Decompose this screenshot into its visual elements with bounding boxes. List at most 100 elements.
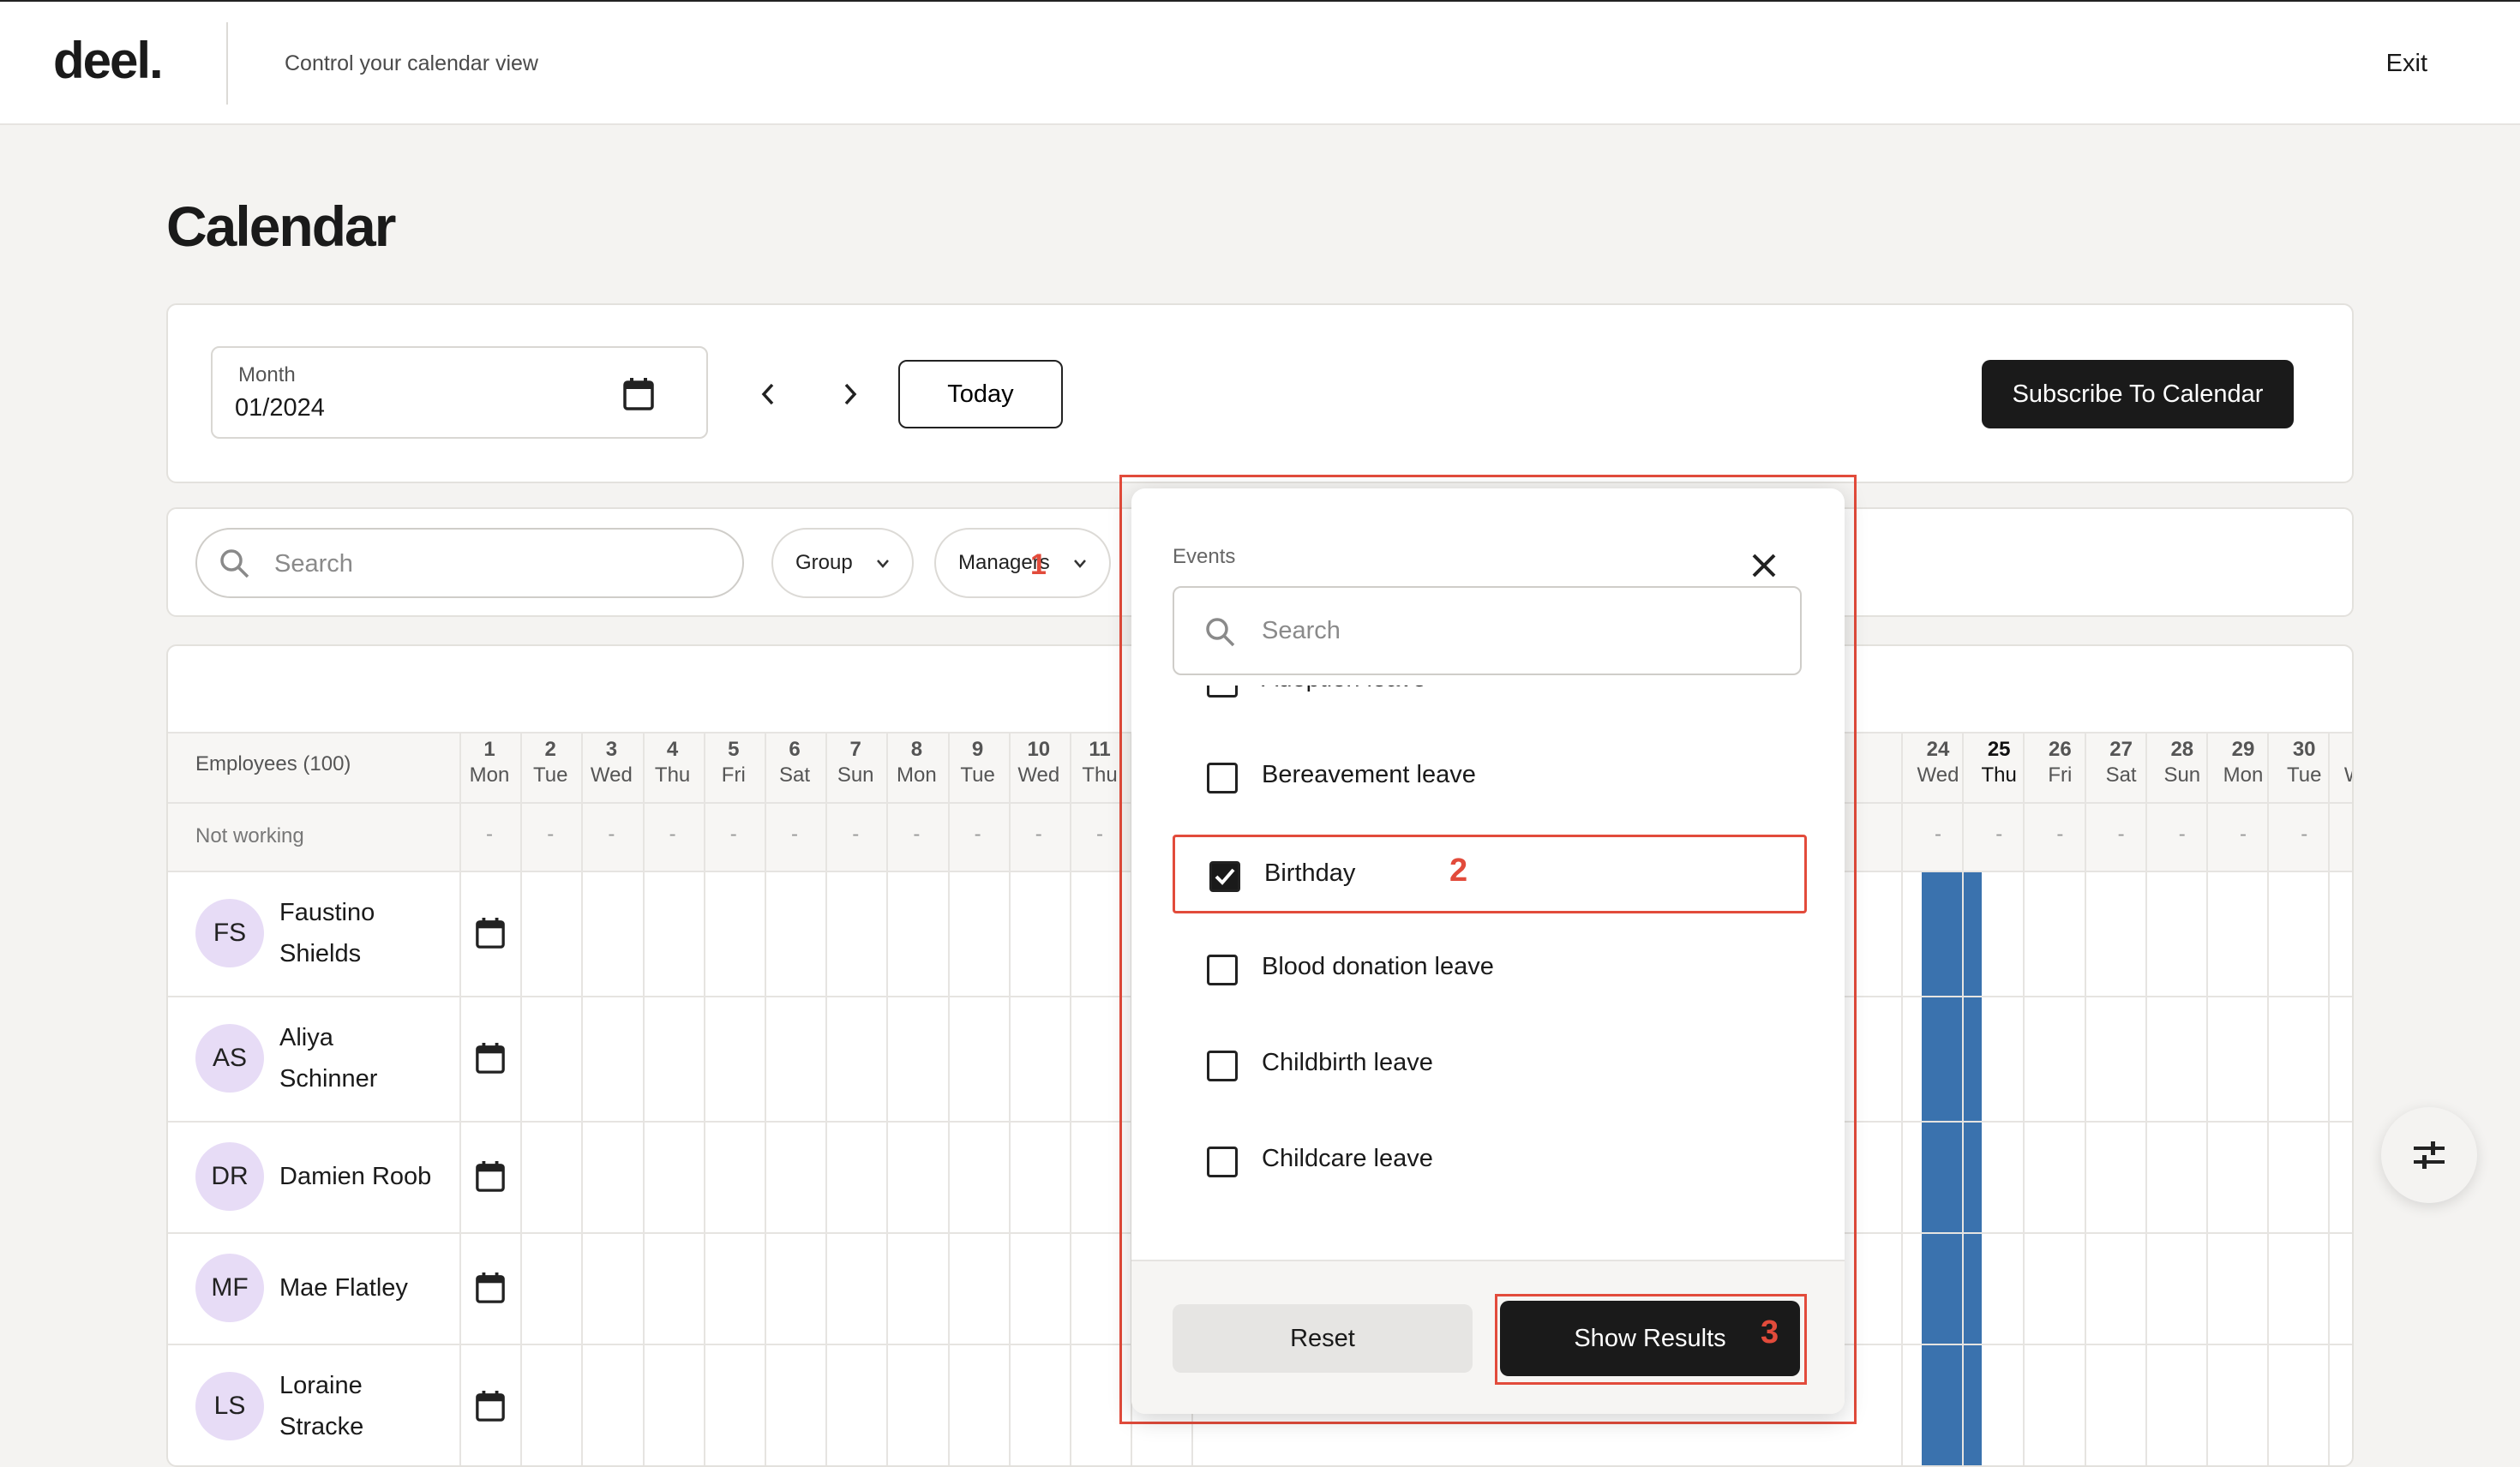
checkbox-checked[interactable]	[1209, 861, 1240, 892]
employee-name-line: Schinner	[279, 1065, 378, 1093]
month-picker[interactable]: Month 01/2024	[211, 346, 708, 439]
day-header-31: 31Wed	[2335, 737, 2352, 788]
day-number: 8	[910, 738, 923, 761]
event-option-label: Childbirth leave	[1262, 1049, 1433, 1076]
show-results-button[interactable]: Show Results	[1500, 1301, 1800, 1376]
day-number: 30	[2292, 738, 2316, 761]
not-working-dash: -	[852, 823, 860, 846]
not-working-dash: -	[974, 823, 981, 846]
event-option[interactable]: Birthday 2	[1173, 835, 1807, 913]
chevron-left-icon[interactable]	[758, 380, 778, 408]
employee-search-input[interactable]: Search	[195, 528, 744, 598]
search-placeholder: Search	[274, 550, 353, 578]
deel-logo[interactable]: deel.	[53, 31, 164, 90]
calendar-icon[interactable]	[475, 1042, 506, 1075]
checkbox[interactable]	[1207, 1147, 1238, 1177]
event-option-label: Childcare leave	[1262, 1145, 1433, 1172]
day-header-28: 28 Sun	[2152, 737, 2212, 788]
calendar-icon[interactable]	[475, 1272, 506, 1304]
day-weekday: Thu	[1981, 763, 2017, 787]
events-label: Events	[1173, 545, 1236, 568]
checkbox[interactable]	[1207, 1051, 1238, 1081]
grid-column-line	[2328, 732, 2330, 1465]
today-button[interactable]: Today	[898, 360, 1063, 428]
grid-column-line	[825, 732, 827, 1465]
exit-link[interactable]: Exit	[2386, 50, 2427, 78]
day-weekday: Wed	[2335, 763, 2352, 788]
grid-column-line	[2145, 732, 2147, 1465]
events-search-input[interactable]: Search	[1173, 586, 1802, 675]
not-working-dash: -	[608, 823, 615, 846]
annotation-step-1: 1	[1030, 548, 1047, 581]
day-weekday: Sat	[778, 763, 811, 787]
employee-row[interactable]: LS Loraine Stracke	[168, 1344, 505, 1465]
employee-row[interactable]: MF Mae Flatley	[168, 1232, 505, 1344]
managers-filter[interactable]: Managers	[934, 528, 1111, 598]
avatar: LS	[195, 1372, 264, 1440]
employee-name[interactable]: Mae Flatley	[279, 1267, 408, 1308]
event-option[interactable]: Childcare leave	[1173, 1123, 1807, 1201]
calendar-icon[interactable]	[622, 377, 655, 411]
grid-column-line	[643, 732, 645, 1465]
event-option[interactable]: Blood donation leave	[1173, 931, 1807, 1009]
not-working-dash: -	[729, 823, 737, 846]
not-working-dash: -	[913, 823, 921, 846]
checkbox[interactable]	[1207, 955, 1238, 985]
day-number: 7	[849, 738, 861, 761]
header-subtitle: Control your calendar view	[285, 51, 538, 75]
chevron-right-icon[interactable]	[840, 380, 861, 408]
day-number: 24	[1926, 738, 1950, 761]
month-label: Month	[238, 363, 296, 386]
grid-column-line	[704, 732, 705, 1465]
search-icon	[1206, 618, 1235, 647]
not-working-dash: -	[486, 823, 493, 846]
day-weekday: Mon	[469, 763, 510, 787]
header-divider	[226, 22, 228, 105]
checkbox[interactable]	[1207, 686, 1238, 698]
not-working-label: Not working	[195, 824, 304, 847]
subscribe-calendar-button[interactable]: Subscribe To Calendar	[1982, 360, 2294, 428]
close-icon[interactable]	[1747, 548, 1781, 583]
event-option[interactable]: Childbirth leave	[1173, 1027, 1807, 1105]
employee-name[interactable]: Loraine Stracke	[279, 1365, 363, 1447]
group-filter[interactable]: Group	[771, 528, 914, 598]
events-search-placeholder: Search	[1262, 617, 1341, 644]
day-header-7: 7 Sun	[825, 737, 885, 788]
calendar-toolbar: Month 01/2024 Today Subscribe To Calenda…	[166, 303, 2354, 483]
calendar-icon[interactable]	[475, 1160, 506, 1193]
event-option[interactable]: Adoption leave	[1173, 686, 1807, 722]
day-number: 5	[728, 738, 740, 761]
not-working-dash: -	[2240, 823, 2247, 846]
avatar: FS	[195, 899, 264, 967]
employee-name[interactable]: Faustino Shields	[279, 892, 375, 974]
employee-name-line: Aliya	[279, 1024, 333, 1051]
employee-row[interactable]: AS Aliya Schinner	[168, 996, 505, 1121]
employee-row[interactable]: FS Faustino Shields	[168, 871, 505, 996]
event-option[interactable]: Bereavement leave	[1173, 739, 1807, 817]
day-weekday: Wed	[590, 763, 633, 787]
checkbox[interactable]	[1207, 763, 1238, 793]
day-number: 1	[483, 738, 495, 761]
grid-column-line	[1009, 732, 1011, 1465]
annotation-step-2: 2	[1449, 853, 1468, 889]
not-working-dash: -	[791, 823, 798, 846]
employee-name[interactable]: Aliya Schinner	[279, 1017, 377, 1099]
employee-name[interactable]: Damien Roob	[279, 1156, 431, 1197]
calendar-icon[interactable]	[475, 1390, 506, 1422]
day-weekday: Tue	[960, 763, 995, 787]
view-settings-button[interactable]	[2381, 1107, 2477, 1203]
check-icon	[1215, 868, 1235, 885]
reset-button[interactable]: Reset	[1173, 1304, 1473, 1373]
not-working-dash: -	[2178, 823, 2186, 846]
employee-name-line: Damien Roob	[279, 1163, 432, 1190]
avatar: AS	[195, 1024, 264, 1093]
day-weekday: Sat	[2105, 763, 2137, 787]
calendar-icon[interactable]	[475, 917, 506, 949]
not-working-dash: -	[2301, 823, 2308, 846]
day-weekday: Mon	[897, 763, 937, 787]
month-value: 01/2024	[235, 394, 325, 422]
grid-column-line	[2267, 732, 2269, 1465]
employee-row[interactable]: DR Damien Roob	[168, 1121, 505, 1232]
day-number: 31	[2335, 737, 2352, 763]
birthday-event-column[interactable]	[1922, 871, 1982, 1465]
